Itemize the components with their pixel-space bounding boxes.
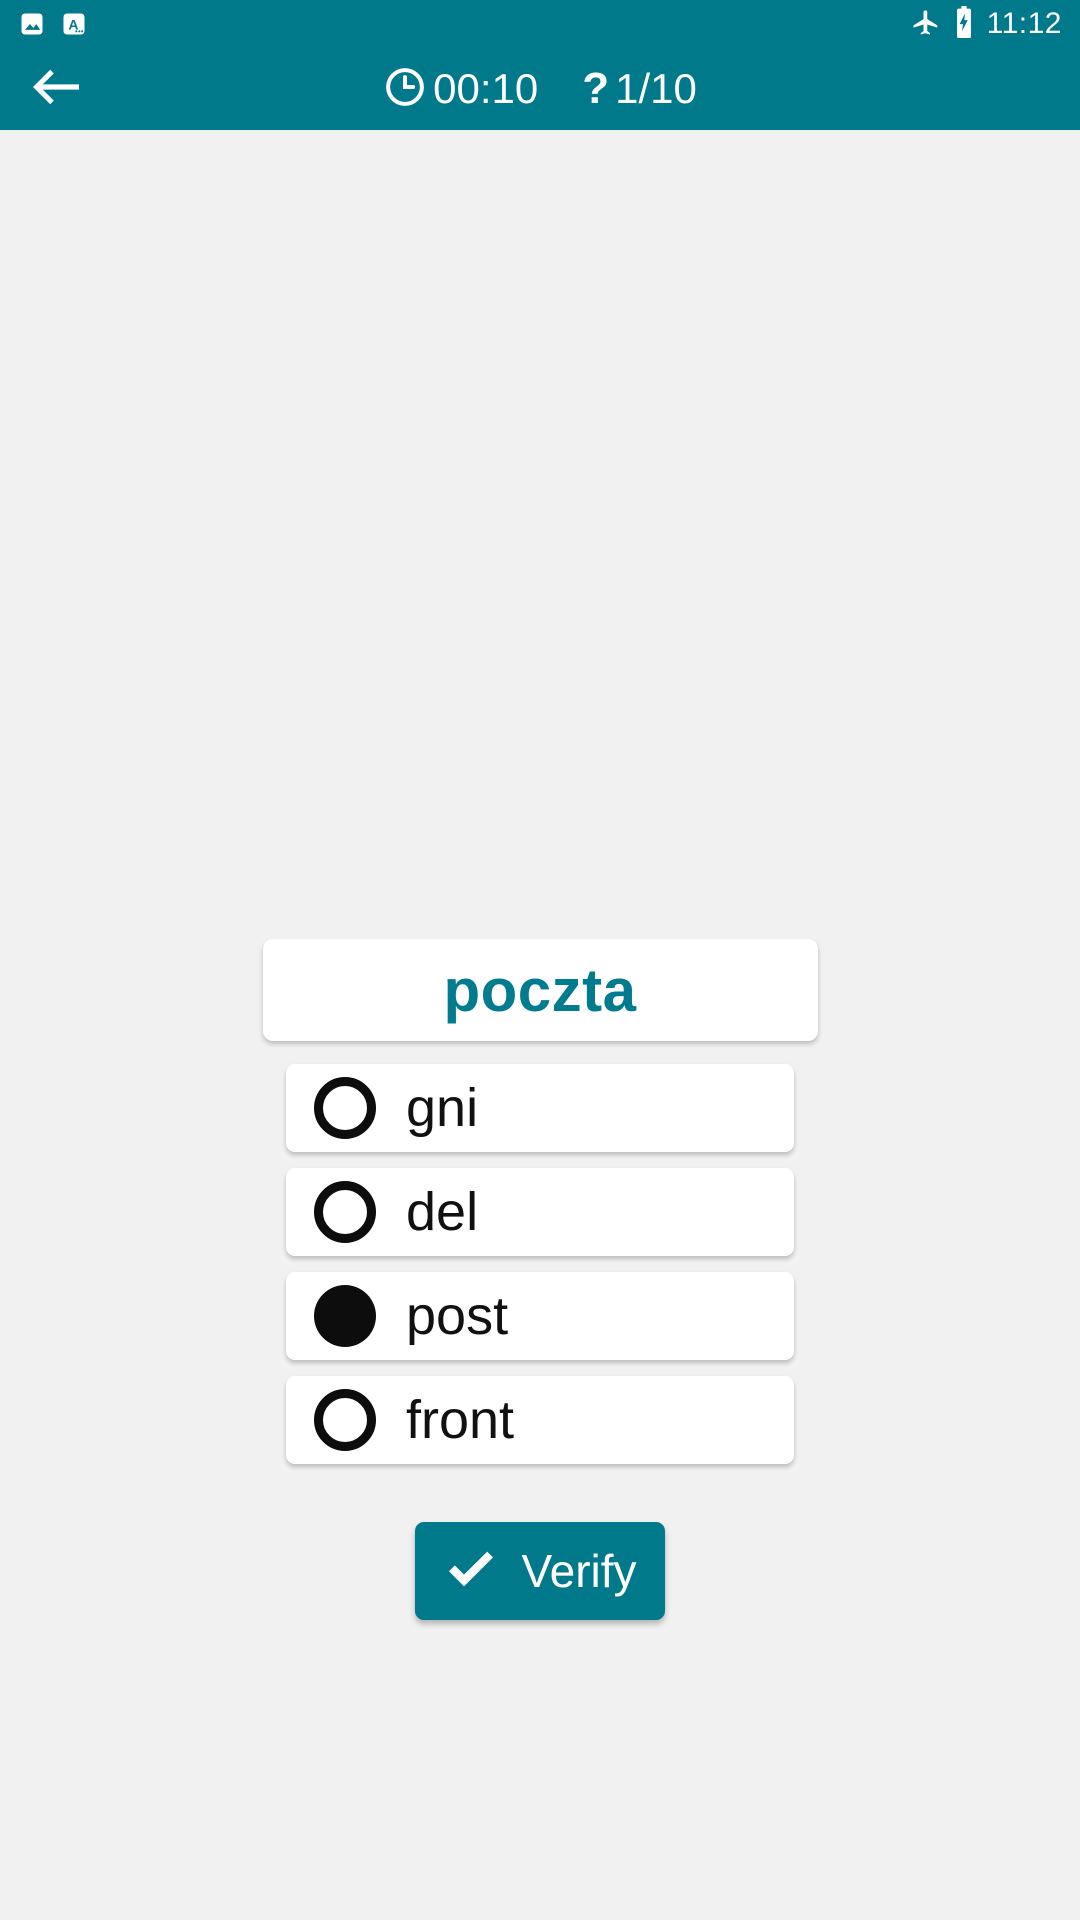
question-counter-group: ? 1/10 [582, 67, 697, 111]
image-notification-icon [18, 10, 46, 38]
radio-button-unselected-icon[interactable] [314, 1389, 376, 1451]
status-bar-clock: 11:12 [986, 7, 1062, 40]
answer-option-4[interactable]: front [286, 1376, 794, 1464]
text-translate-notification-icon: A [60, 10, 88, 38]
verify-button-container: Verify [0, 1522, 1080, 1620]
status-bar-notifications: A [18, 10, 88, 38]
quiz-content: poczta gni del post front Verify [0, 130, 1080, 1920]
question-word-card: poczta [262, 939, 818, 1041]
timer-value: 00:10 [433, 65, 539, 112]
verify-button[interactable]: Verify [415, 1522, 665, 1620]
timer-group: 00:10 [383, 65, 538, 114]
status-bar-indicators: 11:12 [911, 5, 1062, 43]
question-word: poczta [443, 956, 637, 1024]
answer-option-label: post [406, 1286, 509, 1346]
radio-button-unselected-icon[interactable] [314, 1077, 376, 1139]
check-icon [443, 1548, 499, 1595]
answer-option-2[interactable]: del [286, 1168, 794, 1256]
status-bar: A 11:12 [0, 0, 1080, 48]
answer-option-label: gni [406, 1078, 479, 1138]
question-mark-icon: ? [582, 64, 610, 113]
answer-option-label: front [406, 1390, 515, 1450]
quiz-screen: A 11:12 00:10 ? 1/10 poczta gni del post… [0, 0, 1080, 1920]
verify-button-label: Verify [521, 1545, 637, 1597]
app-bar: 00:10 ? 1/10 [0, 48, 1080, 130]
answer-options-list: gni del post front [0, 1064, 1080, 1464]
airplane-mode-icon [911, 7, 941, 42]
answer-option-1[interactable]: gni [286, 1064, 794, 1152]
radio-button-selected-icon[interactable] [314, 1285, 376, 1347]
answer-option-3[interactable]: post [286, 1272, 794, 1360]
svg-text:A: A [68, 16, 78, 32]
radio-button-unselected-icon[interactable] [314, 1181, 376, 1243]
answer-option-label: del [406, 1182, 479, 1242]
battery-charging-icon [953, 5, 975, 43]
back-arrow-icon [24, 63, 86, 116]
clock-icon [383, 65, 427, 114]
app-bar-center: 00:10 ? 1/10 [0, 48, 1080, 130]
back-button[interactable] [0, 48, 110, 130]
question-counter-value: 1/10 [615, 65, 697, 112]
